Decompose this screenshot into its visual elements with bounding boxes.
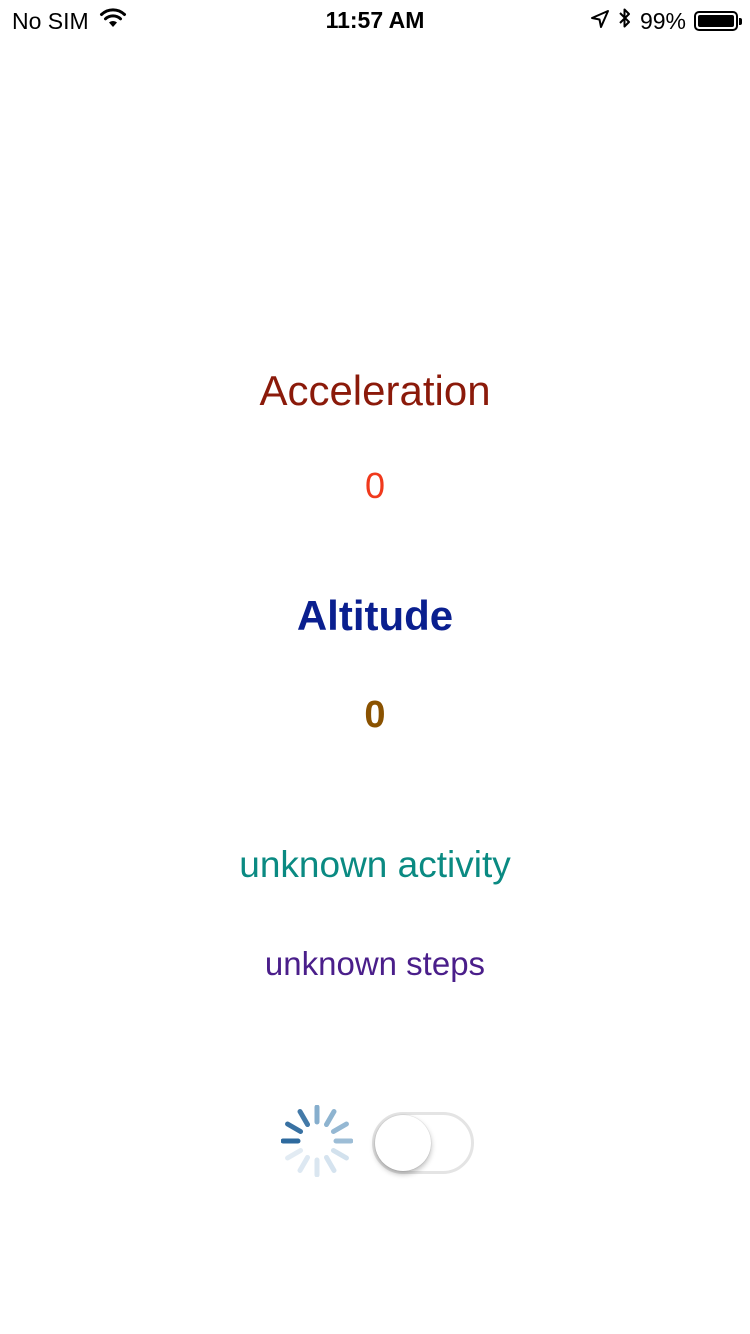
spinner-spoke [324,1109,337,1128]
acceleration-title: Acceleration [259,367,491,414]
tracking-toggle[interactable] [372,1112,474,1174]
spinner-spoke [330,1148,349,1161]
altitude-value: 0 [364,694,386,736]
battery-tip [739,18,742,25]
status-bar-right: 99% [590,7,742,35]
spinner-spoke [297,1109,310,1128]
location-arrow-icon [590,8,610,35]
battery-fill [698,15,734,27]
spinner-spoke [324,1154,337,1173]
spinner-spoke [330,1121,349,1134]
steps-label: unknown steps [264,945,486,982]
spinner-spoke [297,1154,310,1173]
acceleration-value: 0 [364,465,386,506]
battery-icon [694,11,742,31]
spinner-spoke [285,1121,304,1134]
toggle-knob[interactable] [375,1115,431,1171]
status-bar: No SIM 11:57 AM 99% [0,0,750,40]
altitude-title: Altitude [296,592,454,639]
bluetooth-icon [618,7,632,35]
battery-percent: 99% [639,7,686,34]
spinner-icon [280,1104,354,1178]
spinner-spoke [285,1148,304,1161]
activity-label: unknown activity [239,844,511,885]
